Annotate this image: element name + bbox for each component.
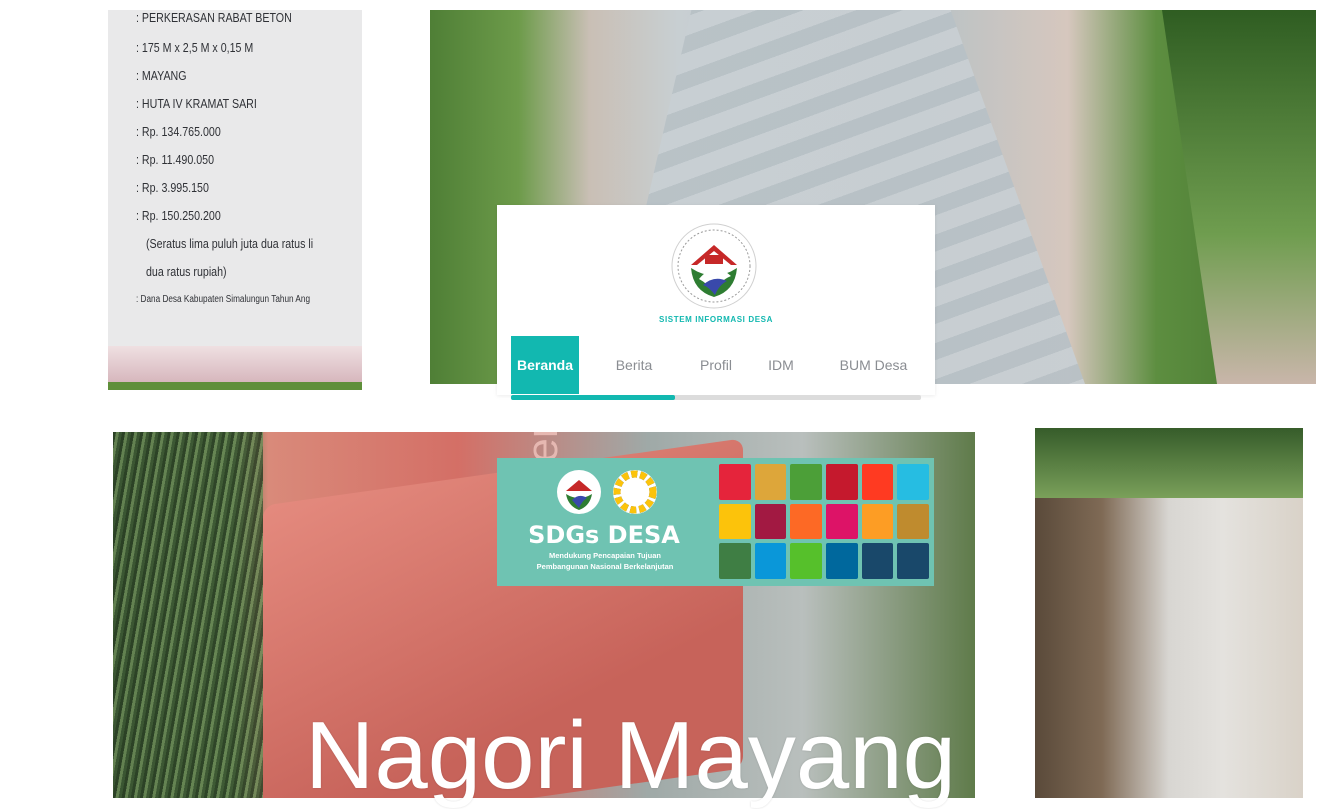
trees bbox=[1035, 428, 1303, 498]
nav-beranda[interactable]: Beranda bbox=[511, 336, 579, 394]
sign-board-line: : Rp. 150.250.200 bbox=[136, 208, 221, 223]
sdgs-desa-banner[interactable]: SDGs DESA Mendukung Pencapaian Tujuan Pe… bbox=[497, 458, 934, 586]
sdg-goal-tile bbox=[825, 464, 858, 500]
village-name-heading: Nagori Mayang bbox=[305, 702, 956, 809]
sdg-goal-tile bbox=[754, 464, 787, 500]
nav-scroll-thumb[interactable] bbox=[511, 395, 675, 400]
sign-board-line: (Seratus lima puluh juta dua ratus li bbox=[146, 236, 314, 251]
nav-profil[interactable]: Profil bbox=[681, 336, 751, 394]
sign-board-line: : Rp. 3.995.150 bbox=[136, 180, 209, 195]
sdg-goal-tile bbox=[790, 543, 822, 579]
sdg-goal-tile bbox=[825, 503, 858, 540]
sign-board-banner-edge bbox=[108, 346, 362, 390]
sdgs-subtitle-2: Pembangunan Nasional Berkelanjutan bbox=[536, 562, 674, 571]
roadside-vegetation bbox=[1162, 10, 1316, 384]
sdg-goals-grid bbox=[717, 462, 931, 581]
road-edge-photo bbox=[1035, 428, 1303, 798]
grass bbox=[113, 432, 263, 798]
sign-board-line: : 175 M x 2,5 M x 0,15 M bbox=[136, 40, 254, 55]
sign-board-line: : HUTA IV KRAMAT SARI bbox=[136, 96, 257, 111]
sdg-goal-tile bbox=[719, 543, 751, 579]
sign-board-line: : Rp. 134.765.000 bbox=[136, 124, 221, 139]
sdg-goal-tile bbox=[719, 503, 751, 540]
site-title: SISTEM INFORMASI DESA bbox=[659, 315, 773, 324]
sdg-goal-tile bbox=[861, 503, 894, 540]
sign-board-photo: : PERKERASAN RABAT BETON : 175 M x 2,5 M … bbox=[108, 10, 362, 390]
nav-bum-desa[interactable]: BUM Desa bbox=[826, 336, 921, 394]
sdgs-subtitle-1: Mendukung Pencapaian Tujuan bbox=[549, 551, 661, 560]
nav-idm[interactable]: IDM bbox=[756, 336, 806, 394]
sdg-goal-tile bbox=[790, 503, 822, 540]
menu-card: SISTEM INFORMASI DESA Beranda Berita Pro… bbox=[497, 205, 935, 400]
sign-board-line: : Rp. 11.490.050 bbox=[136, 152, 215, 167]
sdg-goal-tile bbox=[790, 464, 822, 500]
sdg-goal-tile bbox=[897, 503, 929, 540]
sdg-goal-tile bbox=[754, 543, 787, 579]
sdg-wheel-icon bbox=[611, 468, 659, 521]
sign-board-line: dua ratus rupiah) bbox=[146, 264, 227, 279]
sdgs-title: SDGs DESA bbox=[528, 521, 680, 549]
sdg-goal-tile bbox=[897, 543, 929, 579]
sdg-goal-tile bbox=[861, 464, 894, 500]
kemendesa-logo-icon bbox=[669, 221, 759, 311]
sdg-goal-tile bbox=[719, 464, 751, 500]
sdg-goal-tile bbox=[861, 543, 894, 579]
nav-scroll-track[interactable] bbox=[511, 395, 921, 400]
sign-board-line: : Dana Desa Kabupaten Simalungun Tahun A… bbox=[136, 294, 311, 305]
sdg-goal-tile bbox=[897, 464, 929, 500]
sign-board-line: : PERKERASAN RABAT BETON bbox=[136, 10, 292, 25]
kemendesa-small-logo-icon bbox=[555, 468, 603, 521]
sdg-goal-tile bbox=[825, 543, 858, 579]
sdg-goal-tile bbox=[754, 503, 787, 540]
main-nav: Beranda Berita Profil IDM BUM Desa bbox=[511, 336, 921, 400]
sign-board-line: : MAYANG bbox=[136, 68, 187, 83]
nav-berita[interactable]: Berita bbox=[599, 336, 669, 394]
